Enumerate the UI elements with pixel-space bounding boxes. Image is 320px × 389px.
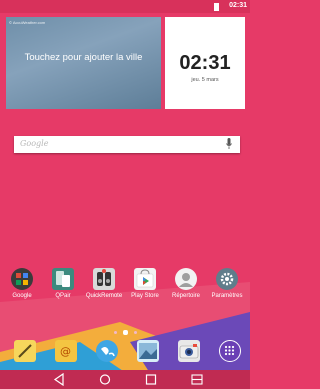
app-play-store[interactable]: Play Store [125,262,165,299]
page-dot-active[interactable] [122,330,128,336]
dock: @ [6,336,244,366]
app-label: Google [12,293,32,299]
clock-time: 02:31 [179,52,231,74]
app-quickremote[interactable]: QuickRemote [84,262,124,299]
app-parametres[interactable]: Paramètres [207,262,247,299]
clock-widget[interactable]: 02:31 jeu. 5 mars [165,17,245,109]
apps-drawer-icon[interactable] [219,340,241,362]
status-time: 02:31 [229,2,247,9]
google-folder-icon [11,268,33,290]
svg-text:@: @ [60,345,71,358]
gallery-icon[interactable] [137,340,159,362]
app-google[interactable]: Google [2,262,42,299]
internet-globe-icon[interactable] [96,340,118,362]
app-label: QuickRemote [85,293,123,299]
qpair-icon [52,268,74,290]
search-label: Google [20,139,49,148]
page-dot[interactable] [133,331,137,335]
dual-window-icon[interactable] [190,373,204,386]
app-qpair[interactable]: QPair [43,262,83,299]
app-row: Google QPair QuickRemote Play Store Répe… [2,262,248,308]
camera-icon[interactable] [178,340,200,362]
page-dot[interactable] [113,331,117,335]
memo-icon[interactable] [14,340,36,362]
back-icon[interactable] [52,373,66,386]
app-label: Répertoire [171,293,200,299]
weather-widget[interactable]: © AccuWeather.com Touchez pour ajouter l… [6,17,161,109]
weather-credit: © AccuWeather.com [9,20,46,25]
app-label: QPair [55,293,71,299]
app-label: Paramètres [211,293,243,299]
contacts-icon [175,268,197,290]
google-search-bar[interactable]: Google [14,136,240,153]
battery-icon [214,3,219,11]
settings-icon [216,268,238,290]
quickremote-icon [93,268,115,290]
play-store-icon [134,268,156,290]
app-label: Play Store [131,293,159,299]
weather-add-city-text: Touchez pour ajouter la ville [24,52,143,63]
recent-apps-icon[interactable] [144,373,158,386]
status-bar: 02:31 [0,0,250,13]
navigation-bar [0,370,250,389]
mic-icon[interactable] [226,138,232,150]
clock-date: jeu. 5 mars [191,77,219,83]
home-icon[interactable] [98,373,112,386]
email-icon[interactable]: @ [55,340,77,362]
app-repertoire[interactable]: Répertoire [166,262,206,299]
